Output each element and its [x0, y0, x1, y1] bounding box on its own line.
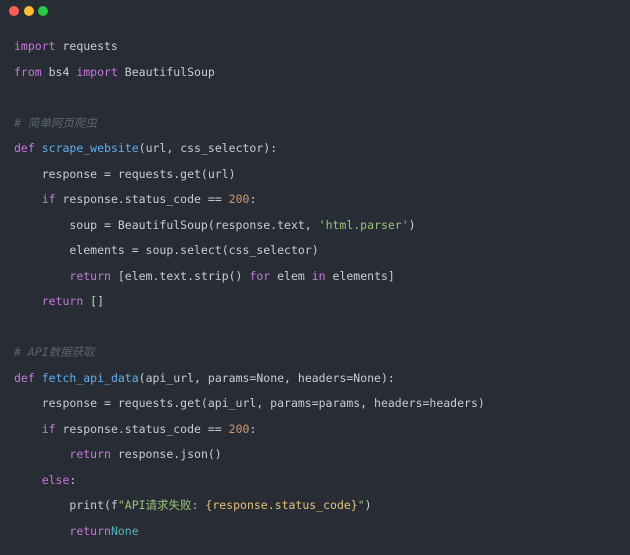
code-text: (api_url, params=None, headers=None): [138, 370, 395, 385]
code-text: (url, css_selector): [138, 141, 278, 155]
code-text: response.json() [110, 447, 222, 461]
window-titlebar [0, 0, 630, 24]
code-comment: # 简单网页爬虫 [14, 115, 97, 130]
code-line: else: [14, 468, 485, 494]
code-text: ) [364, 498, 372, 512]
code-text: response = requests.get(api_url, params=… [14, 396, 485, 410]
code-keyword: else [41, 472, 70, 487]
code-line: # API数据获取 [14, 340, 485, 366]
code-string: 'html.parser' [318, 217, 409, 232]
code-string: " [357, 498, 365, 512]
code-line: elements = soup.select(css_selector) [14, 238, 485, 264]
code-text: response.status_code == [55, 421, 229, 436]
code-line: return response.json() [14, 442, 485, 468]
code-text: BeautifulSoup [117, 64, 215, 79]
code-line: return [elem.text.strip() for elem in el… [14, 264, 485, 290]
code-text: soup = BeautifulSoup(response.text, [14, 217, 319, 232]
code-number: 200 [228, 421, 250, 436]
code-line: def scrape_website(url, css_selector): [14, 136, 485, 162]
code-text: bs4 [41, 64, 77, 79]
code-text: elem [270, 268, 312, 283]
maximize-window-dot[interactable] [38, 6, 48, 16]
code-line: if response.status_code == 200: [14, 417, 485, 443]
code-line: response = requests.get(api_url, params=… [14, 391, 485, 417]
code-text: [elem.text.strip() [110, 268, 250, 283]
code-line: import requests [14, 34, 485, 60]
code-function-name: scrape_website [41, 141, 139, 155]
code-number: 200 [228, 192, 250, 206]
code-constant: None [110, 523, 139, 538]
code-line: def fetch_api_data(api_url, params=None,… [14, 366, 485, 392]
minimize-window-dot[interactable] [24, 6, 34, 16]
code-text: : [69, 472, 77, 487]
code-line: # 简单网页爬虫 [14, 111, 485, 137]
code-keyword: import [14, 39, 56, 53]
code-text: ) [408, 217, 416, 232]
code-keyword: def [14, 141, 35, 155]
code-keyword: for [249, 268, 271, 283]
code-line: return [] [14, 289, 485, 315]
code-text: requests [55, 39, 118, 53]
code-keyword: in [311, 268, 326, 283]
code-text: response.status_code == [55, 192, 229, 206]
code-text: [] [83, 294, 105, 308]
code-line: if response.status_code == 200: [14, 187, 485, 213]
code-keyword: return [69, 523, 111, 538]
code-keyword: import [76, 64, 118, 79]
code-text: elements] [325, 268, 395, 283]
code-keyword: if [41, 421, 56, 436]
code-text: print(f [14, 498, 118, 512]
code-keyword: from [14, 64, 42, 79]
code-block: import requests from bs4 import Beautiful… [14, 34, 485, 544]
code-line: print(f"API请求失败: {response.status_code}"… [14, 493, 485, 519]
close-window-dot[interactable] [9, 6, 19, 16]
code-line: returnNone [14, 519, 485, 545]
code-text: : [249, 421, 257, 436]
code-line: soup = BeautifulSoup(response.text, 'htm… [14, 213, 485, 239]
code-string: "API请求失败: [117, 498, 206, 512]
code-keyword: if [41, 192, 56, 206]
code-text: : [249, 192, 257, 206]
code-text: response = requests.get(url) [14, 166, 236, 181]
code-keyword: return [69, 447, 111, 461]
code-comment: # API数据获取 [14, 345, 95, 359]
code-keyword: return [69, 268, 111, 283]
code-window: import requests from bs4 import Beautiful… [0, 0, 630, 555]
code-line: from bs4 import BeautifulSoup [14, 60, 485, 86]
code-keyword: def [14, 370, 35, 385]
code-function-name: fetch_api_data [41, 370, 139, 385]
code-keyword: return [41, 294, 84, 308]
code-line: response = requests.get(url) [14, 162, 485, 188]
code-text: elements = soup.select(css_selector) [14, 243, 319, 257]
code-interpolation: {response.status_code} [205, 498, 358, 512]
